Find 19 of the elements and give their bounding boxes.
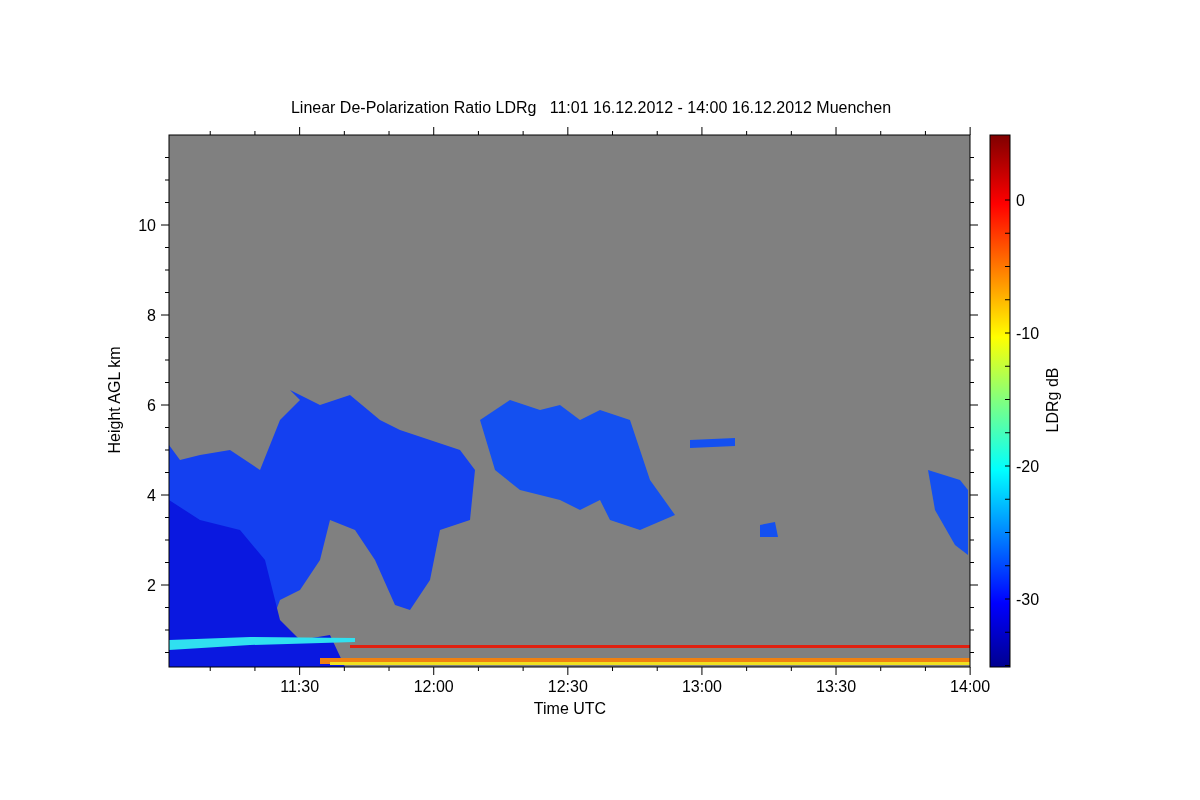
y-tick-label: 2 [147, 577, 156, 594]
x-tick-label: 13:00 [681, 678, 722, 695]
colorbar-tick-label: 0 [1016, 192, 1025, 209]
colorbar-tick-label: -20 [1016, 458, 1040, 475]
y-tick-label: 10 [138, 217, 156, 234]
y-tick-label: 8 [147, 307, 156, 324]
x-tick-label: 12:30 [547, 678, 588, 695]
x-tick-label: 11:30 [280, 678, 320, 695]
colorbar-label: LDRg dB [1044, 367, 1061, 433]
chart-title: Linear De-Polarization Ratio LDRg 11:01 16.12.2012 - 14:00 16.12.2012 Muenchen [290, 99, 892, 116]
y-tick-label: 4 [147, 487, 156, 504]
x-tick-label: 12:00 [413, 678, 454, 695]
y-tick-label: 6 [147, 397, 156, 414]
x-axis-label: Time UTC [533, 700, 607, 717]
colorbar-tick-label: -10 [1016, 325, 1040, 342]
y-axis-label: Height AGL km [106, 346, 123, 454]
x-tick-label: 14:00 [950, 678, 991, 695]
colorbar-tick-label: -30 [1016, 591, 1040, 608]
x-tick-label: 13:30 [816, 678, 857, 695]
